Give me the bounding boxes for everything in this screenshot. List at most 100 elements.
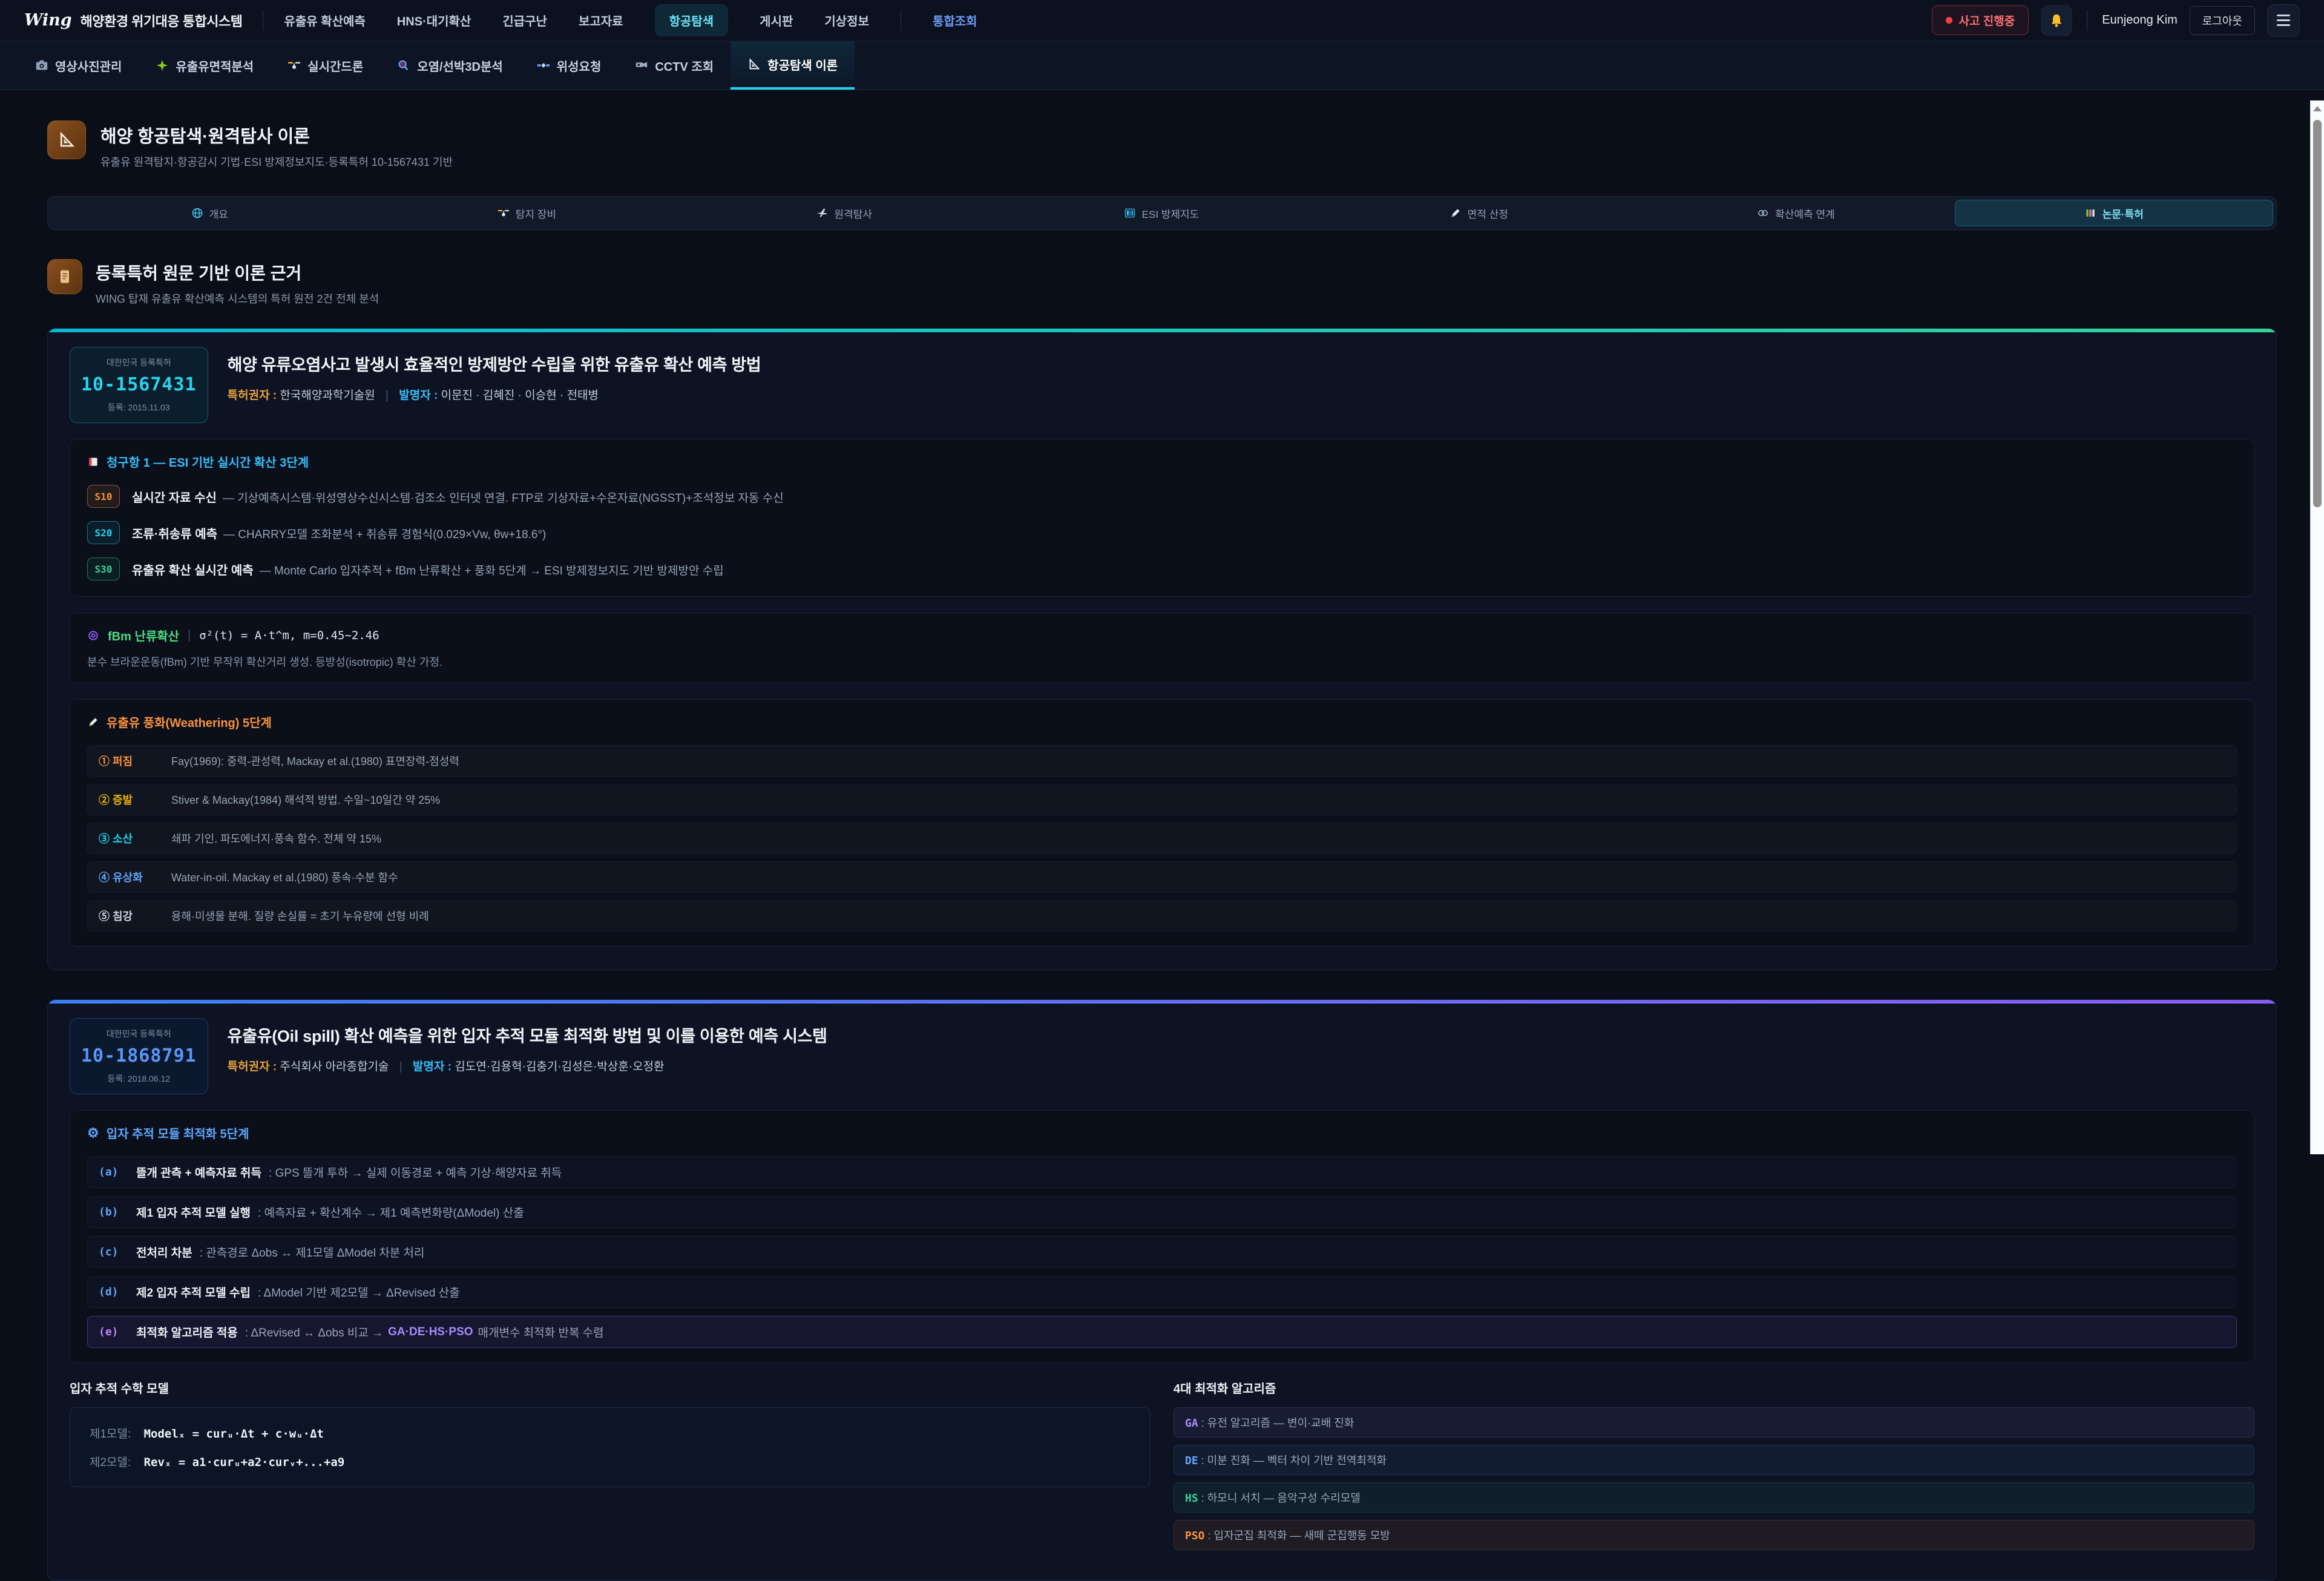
patent1-header: 대한민국 등록특허 10-1567431 등록: 2015.11.03 해양 유… [70, 329, 2254, 439]
claim1-header: 청구항 1 — ESI 기반 실시간 확산 3단계 [87, 453, 2237, 470]
patent2-reg-date: 등록: 2018.06.12 [81, 1073, 197, 1085]
top-navigation-bar: Wing 해양환경 위기대응 통합시스템 유출유 확산예측 HNS·대기확산 긴… [0, 0, 2324, 41]
optimization-header: ⚙ 입자 추적 모듈 최적화 5단계 [87, 1124, 2237, 1142]
patent2-header: 대한민국 등록특허 10-1868791 등록: 2018.06.12 유출유(… [70, 1000, 2254, 1110]
notification-bell-button[interactable] [2041, 5, 2072, 36]
scrollbar-thumb[interactable] [2313, 120, 2322, 507]
section-header: 등록특허 원문 기반 이론 근거 WING 탑재 유출유 확산예측 시스템의 특… [47, 259, 2277, 306]
math-model-panel: 입자 추적 수학 모델 제1모델: Modelₓ = curᵤ·Δt + c·w… [70, 1379, 1151, 1557]
subnav-cctv-search[interactable]: CCTV 조회 [618, 41, 730, 90]
patent1-number-badge: 대한민국 등록특허 10-1567431 등록: 2015.11.03 [70, 347, 208, 423]
nav-emergency-rescue[interactable]: 긴급구난 [502, 12, 547, 29]
opt-step-b: (b) 제1 입자 추적 모델 실행 : 예측자료 + 확산계수 → 제1 예측… [87, 1196, 2237, 1228]
algo-row-pso: PSO : 입자군집 최적화 — 새떼 군집행동 모방 [1173, 1520, 2254, 1550]
topbar-right: 사고 진행중 Eunjeong Kim 로그아웃 [1932, 4, 2300, 37]
nav-hns-atmospheric[interactable]: HNS·대기확산 [397, 12, 471, 29]
red-dot-icon [1946, 17, 1952, 24]
page-subtitle: 유출유 원격탐지·항공감시 기법·ESI 방제정보지도·등록특허 10-1567… [100, 154, 453, 169]
patent1-number: 10-1567431 [81, 374, 197, 395]
nav-board[interactable]: 게시판 [760, 12, 793, 29]
hamburger-menu-button[interactable] [2267, 4, 2300, 37]
tab-overview[interactable]: 개요 [51, 200, 368, 226]
tab-remote-sensing[interactable]: 원격탐사 [686, 200, 1003, 226]
weathering-row-spreading: ① 퍼짐 Fay(1969): 중력-관성력, Mackay et al.(19… [87, 745, 2237, 777]
section-icon-box [47, 259, 82, 294]
algorithms-highlight: GA·DE·HS·PSO [388, 1326, 473, 1339]
opt-step-c: (c) 전처리 차분 : 관측경로 Δobs ↔ 제1모델 ΔModel 차분 … [87, 1236, 2237, 1268]
tab-area-calculation[interactable]: 면적 산정 [1320, 200, 1637, 226]
scroll-document-icon [56, 268, 73, 285]
subnav-image-photo-management[interactable]: 영상사진관리 [18, 41, 139, 90]
nav-reports[interactable]: 보고자료 [579, 12, 623, 29]
link-icon [1757, 207, 1769, 219]
main-nav: 유출유 확산예측 HNS·대기확산 긴급구난 보고자료 항공탐색 게시판 기상정… [284, 4, 977, 36]
camera-icon [35, 59, 48, 72]
patent-card-1868791: 대한민국 등록특허 10-1868791 등록: 2018.06.12 유출유(… [47, 999, 2277, 1581]
weathering-row-dispersion: ③ 소산 쇄파 기인. 파도에너지·풍속 함수. 전체 약 15% [87, 823, 2237, 854]
weathering-row-evaporation: ② 증발 Stiver & Mackay(1984) 해석적 방법. 수일~10… [87, 784, 2237, 815]
algo-row-hs: HS : 하모니 서치 — 음악구성 수리모델 [1173, 1482, 2254, 1513]
tab-papers-patents-active[interactable]: 논문·특허 [1955, 200, 2273, 226]
patent1-reg-date: 등록: 2015.11.03 [81, 401, 197, 413]
nav-aerial-search-active[interactable]: 항공탐색 [655, 4, 729, 36]
nav-integrated-search[interactable]: 통합조회 [933, 12, 977, 29]
step-badge: S20 [87, 521, 120, 544]
subnav-oil-area-analysis[interactable]: 유출유면적분석 [139, 41, 271, 90]
patent2-number: 10-1868791 [81, 1045, 197, 1067]
user-name: Eunjeong Kim [2102, 13, 2178, 27]
theory-tab-bar: 개요 탐지 장비 원격탐사 ESI 방제지도 면적 산정 [47, 196, 2277, 230]
page-icon-box [47, 120, 86, 159]
patent-card-1567431: 대한민국 등록특허 10-1567431 등록: 2015.11.03 해양 유… [47, 328, 2277, 970]
math-model-header: 입자 추적 수학 모델 [70, 1379, 1151, 1396]
subnav-aerial-search-theory-active[interactable]: 항공탐색 이론 [730, 41, 855, 90]
airplane-icon [816, 207, 828, 219]
weathering-header: 유출유 풍화(Weathering) 5단계 [87, 713, 2237, 731]
menu-icon [2277, 15, 2290, 16]
page-header: 해양 항공탐색·원격탐사 이론 유출유 원격탐지·항공감시 기법·ESI 방제정… [47, 120, 2277, 169]
app-title: 해양환경 위기대응 통합시스템 [80, 11, 243, 30]
opt-step-e-highlighted: (e) 최적화 알고리즘 적용 : ΔRevised ↔ Δobs 비교 → G… [87, 1316, 2237, 1348]
fbm-title: fBm 난류확산 [108, 626, 179, 644]
claim-step-s10: S10 실시간 자료 수신— 기상예측시스템·위성영상수신시스템·검조소 인터넷… [87, 485, 2237, 508]
pen-icon [87, 716, 99, 728]
vertical-scrollbar[interactable] [2310, 100, 2324, 1154]
incident-status-badge[interactable]: 사고 진행중 [1932, 5, 2029, 35]
triangle-ruler-icon [747, 58, 761, 71]
algorithms-panel: 4대 최적화 알고리즘 GA : 유전 알고리즘 — 변이·교배 진화 DE :… [1173, 1379, 2254, 1557]
section-subtitle: WING 탑재 유출유 확산예측 시스템의 특허 원전 2건 전체 분석 [96, 291, 379, 306]
patent2-bottom-grid: 입자 추적 수학 모델 제1모델: Modelₓ = curᵤ·Δt + c·w… [70, 1379, 2254, 1557]
nav-oil-spill-prediction[interactable]: 유출유 확산예측 [284, 12, 365, 29]
subnav-realtime-drone[interactable]: 실시간드론 [271, 41, 380, 90]
fbm-box: fBm 난류확산 | σ²(t) = A·t^m, m=0.45~2.46 분수… [70, 613, 2254, 683]
weathering-box: 유출유 풍화(Weathering) 5단계 ① 퍼짐 Fay(1969): 중… [70, 699, 2254, 947]
patent1-meta: 특허권자 : 한국해양과학기술원 | 발명자 : 이문진 · 김혜진 · 이승현… [228, 386, 761, 403]
patent1-title: 해양 유류오염사고 발생시 효율적인 방제방안 수립을 위한 유출유 확산 예측… [228, 352, 761, 375]
fbm-formula: σ²(t) = A·t^m, m=0.45~2.46 [199, 629, 379, 642]
opt-step-d: (d) 제2 입자 추적 모델 수립 : ΔModel 기반 제2모델 → ΔR… [87, 1276, 2237, 1308]
satellite-icon [537, 59, 550, 72]
patent2-number-badge: 대한민국 등록특허 10-1868791 등록: 2018.06.12 [70, 1018, 208, 1094]
tab-detection-equipment[interactable]: 탐지 장비 [368, 200, 685, 226]
main-content: 해양 항공탐색·원격탐사 이론 유출유 원격탐지·항공감시 기법·ESI 방제정… [0, 90, 2324, 1581]
app-brand[interactable]: Wing 해양환경 위기대응 통합시스템 [24, 11, 242, 30]
wing-logo: Wing [24, 11, 72, 30]
weathering-row-sedimentation: ⑤ 침강 용해·미생물 분해. 질량 손실률 = 초기 누유량에 선형 비례 [87, 900, 2237, 932]
drone-icon [497, 207, 510, 219]
nav-weather-info[interactable]: 기상정보 [824, 12, 869, 29]
tab-diffusion-link[interactable]: 확산예측 연계 [1637, 200, 1954, 226]
algo-row-de: DE : 미분 진화 — 벡터 차이 기반 전역최적화 [1173, 1445, 2254, 1475]
subnav-pollution-ship-3d[interactable]: 오염/선박3D분석 [380, 41, 520, 90]
fbm-formula-line: fBm 난류확산 | σ²(t) = A·t^m, m=0.45~2.46 [87, 626, 2237, 644]
subnav-satellite-request[interactable]: 위성요청 [520, 41, 619, 90]
patent2-meta: 특허권자 : 주식회사 아라종합기술 | 발명자 : 김도연·김용혁·김충기·김… [228, 1057, 827, 1074]
pen-icon [1449, 207, 1462, 219]
section-title: 등록특허 원문 기반 이론 근거 [96, 260, 379, 284]
math-model-row-2: 제2모델: Revₓ = a1·curᵤ+a2·curᵥ+...+a9 [90, 1453, 1131, 1470]
tab-esi-map[interactable]: ESI 방제지도 [1003, 200, 1320, 226]
cctv-icon [635, 59, 648, 72]
algorithms-header: 4대 최적화 알고리즘 [1173, 1379, 2254, 1396]
optimization-box: ⚙ 입자 추적 모듈 최적화 5단계 (a) 뜰개 관측 + 예측자료 취득 :… [70, 1110, 2254, 1363]
starburst-icon [156, 59, 169, 72]
scrollbar-up-arrow[interactable] [2311, 100, 2324, 116]
logout-button[interactable]: 로그아웃 [2190, 6, 2255, 35]
